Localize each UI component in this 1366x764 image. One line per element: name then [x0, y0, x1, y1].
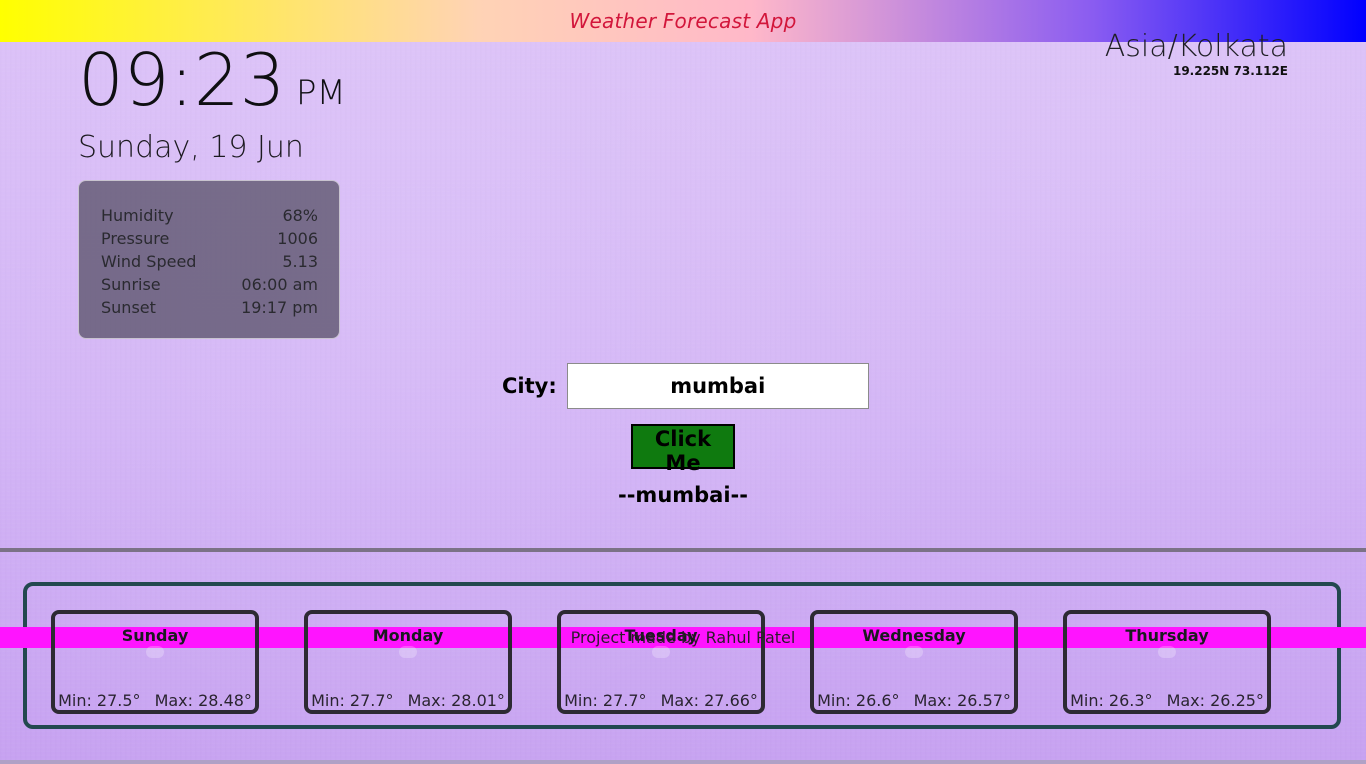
detail-row-wind-speed: Wind Speed 5.13: [101, 250, 318, 273]
forecast-max: Max: 28.01°: [407, 691, 505, 710]
detail-label: Sunset: [101, 298, 156, 317]
forecast-card-tuesday: Tuesday Min: 27.7° Max: 27.66°: [557, 610, 765, 714]
weather-details-panel: Humidity 68% Pressure 1006 Wind Speed 5.…: [78, 180, 340, 339]
detail-row-sunrise: Sunrise 06:00 am: [101, 273, 318, 296]
clock-ampm: PM: [296, 73, 346, 113]
forecast-min: Min: 27.7°: [564, 691, 647, 710]
detail-value: 06:00 am: [241, 275, 318, 294]
forecast-card-wednesday: Wednesday Min: 26.6° Max: 26.57°: [810, 610, 1018, 714]
forecast-minmax: Min: 27.5° Max: 28.48°: [55, 691, 255, 710]
city-result: --mumbai--: [618, 483, 748, 507]
click-me-button[interactable]: Click Me: [631, 424, 735, 475]
forecast-minmax: Min: 27.7° Max: 27.66°: [561, 691, 761, 710]
bottom-bar: [0, 760, 1366, 764]
detail-label: Sunrise: [101, 275, 161, 294]
forecast-min: Min: 27.5°: [58, 691, 141, 710]
forecast-card-monday: Monday Min: 27.7° Max: 28.01°: [304, 610, 512, 714]
forecast-min: Min: 26.3°: [1070, 691, 1153, 710]
detail-label: Pressure: [101, 229, 170, 248]
detail-row-sunset: Sunset 19:17 pm: [101, 296, 318, 319]
forecast-minmax: Min: 27.7° Max: 28.01°: [308, 691, 508, 710]
city-search-row: City:: [502, 363, 869, 409]
current-date: Sunday, 19 Jun: [78, 130, 304, 165]
detail-value: 19:17 pm: [241, 298, 318, 317]
footer-credit: Project made by Rahul Patel: [570, 628, 796, 647]
detail-value: 1006: [277, 229, 318, 248]
detail-label: Wind Speed: [101, 252, 197, 271]
detail-value: 5.13: [282, 252, 318, 271]
forecast-max: Max: 27.66°: [660, 691, 758, 710]
timezone-info: Asia/Kolkata 19.225N 73.112E: [1105, 24, 1288, 78]
app-title: Weather Forecast App: [569, 9, 797, 33]
section-divider: [0, 548, 1366, 552]
forecast-max: Max: 26.57°: [913, 691, 1011, 710]
detail-value: 68%: [282, 206, 318, 225]
forecast-minmax: Min: 26.3° Max: 26.25°: [1067, 691, 1267, 710]
clock-time: 09:23: [78, 38, 286, 122]
forecast-card-sunday: Sunday Min: 27.5° Max: 28.48°: [51, 610, 259, 714]
forecast-max: Max: 26.25°: [1166, 691, 1264, 710]
city-input[interactable]: [566, 363, 869, 409]
forecast-card-thursday: Thursday Min: 26.3° Max: 26.25°: [1063, 610, 1271, 714]
detail-label: Humidity: [101, 206, 174, 225]
detail-row-humidity: Humidity 68%: [101, 204, 318, 227]
forecast-min: Min: 26.6°: [817, 691, 900, 710]
detail-row-pressure: Pressure 1006: [101, 227, 318, 250]
forecast-min: Min: 27.7°: [311, 691, 394, 710]
city-label: City:: [502, 374, 557, 398]
forecast-minmax: Min: 26.6° Max: 26.57°: [814, 691, 1014, 710]
forecast-max: Max: 28.48°: [154, 691, 252, 710]
